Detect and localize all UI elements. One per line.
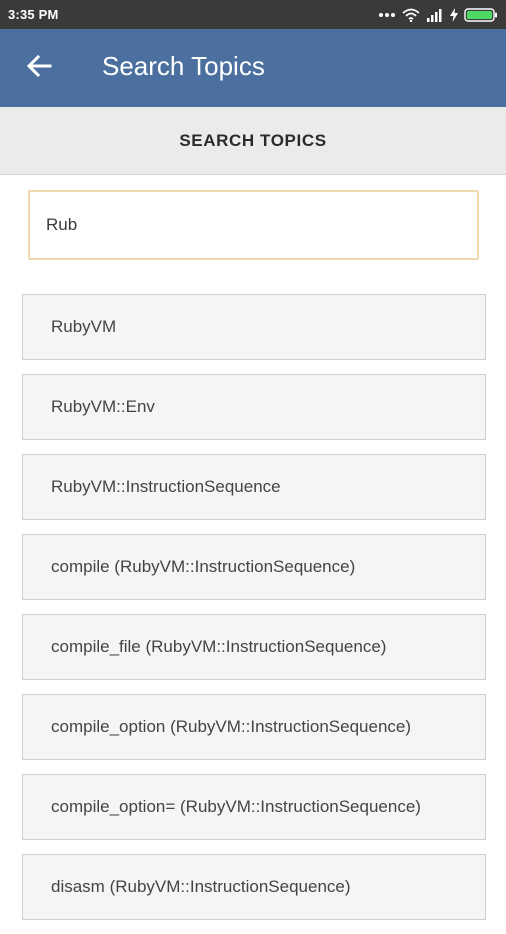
signal-icon [426, 8, 444, 22]
list-item-label: compile_file (RubyVM::InstructionSequenc… [51, 637, 387, 656]
status-icons [378, 7, 498, 22]
results-list: RubyVMRubyVM::EnvRubyVM::InstructionSequ… [22, 294, 486, 934]
charging-bolt-icon [450, 7, 458, 22]
page-title: Search Topics [102, 51, 265, 81]
status-time: 3:35 PM [8, 7, 59, 22]
list-item[interactable]: compile (RubyVM::InstructionSequence) [22, 534, 486, 600]
list-item-label: compile_option= (RubyVM::InstructionSequ… [51, 797, 421, 816]
list-item[interactable]: RubyVM::Env [22, 374, 486, 440]
list-item-label: disasm (RubyVM::InstructionSequence) [51, 877, 351, 896]
search-input[interactable] [28, 190, 479, 260]
list-item[interactable]: compile_option= (RubyVM::InstructionSequ… [22, 774, 486, 840]
list-item-label: RubyVM [51, 317, 117, 336]
more-dots-icon [378, 12, 396, 18]
list-item-label: RubyVM::InstructionSequence [51, 477, 281, 496]
section-header: SEARCH TOPICS [0, 107, 506, 175]
list-item[interactable]: compile_file (RubyVM::InstructionSequenc… [22, 614, 486, 680]
wifi-icon [402, 8, 420, 22]
list-item[interactable]: compile_option (RubyVM::InstructionSeque… [22, 694, 486, 760]
list-item[interactable]: RubyVM [22, 294, 486, 360]
list-item-label: RubyVM::Env [51, 397, 155, 416]
app-bar: Search Topics [0, 29, 506, 107]
list-item-label: compile_option (RubyVM::InstructionSeque… [51, 717, 412, 736]
status-bar: 3:35 PM [0, 0, 506, 29]
section-header-label: SEARCH TOPICS [179, 130, 327, 150]
list-item[interactable]: RubyVM::InstructionSequence [22, 454, 486, 520]
list-item-label: compile (RubyVM::InstructionSequence) [51, 557, 356, 576]
back-button[interactable] [22, 53, 56, 83]
arrow-back-icon [26, 54, 52, 83]
list-item[interactable]: disasm (RubyVM::InstructionSequence) [22, 854, 486, 920]
battery-icon [464, 7, 498, 22]
